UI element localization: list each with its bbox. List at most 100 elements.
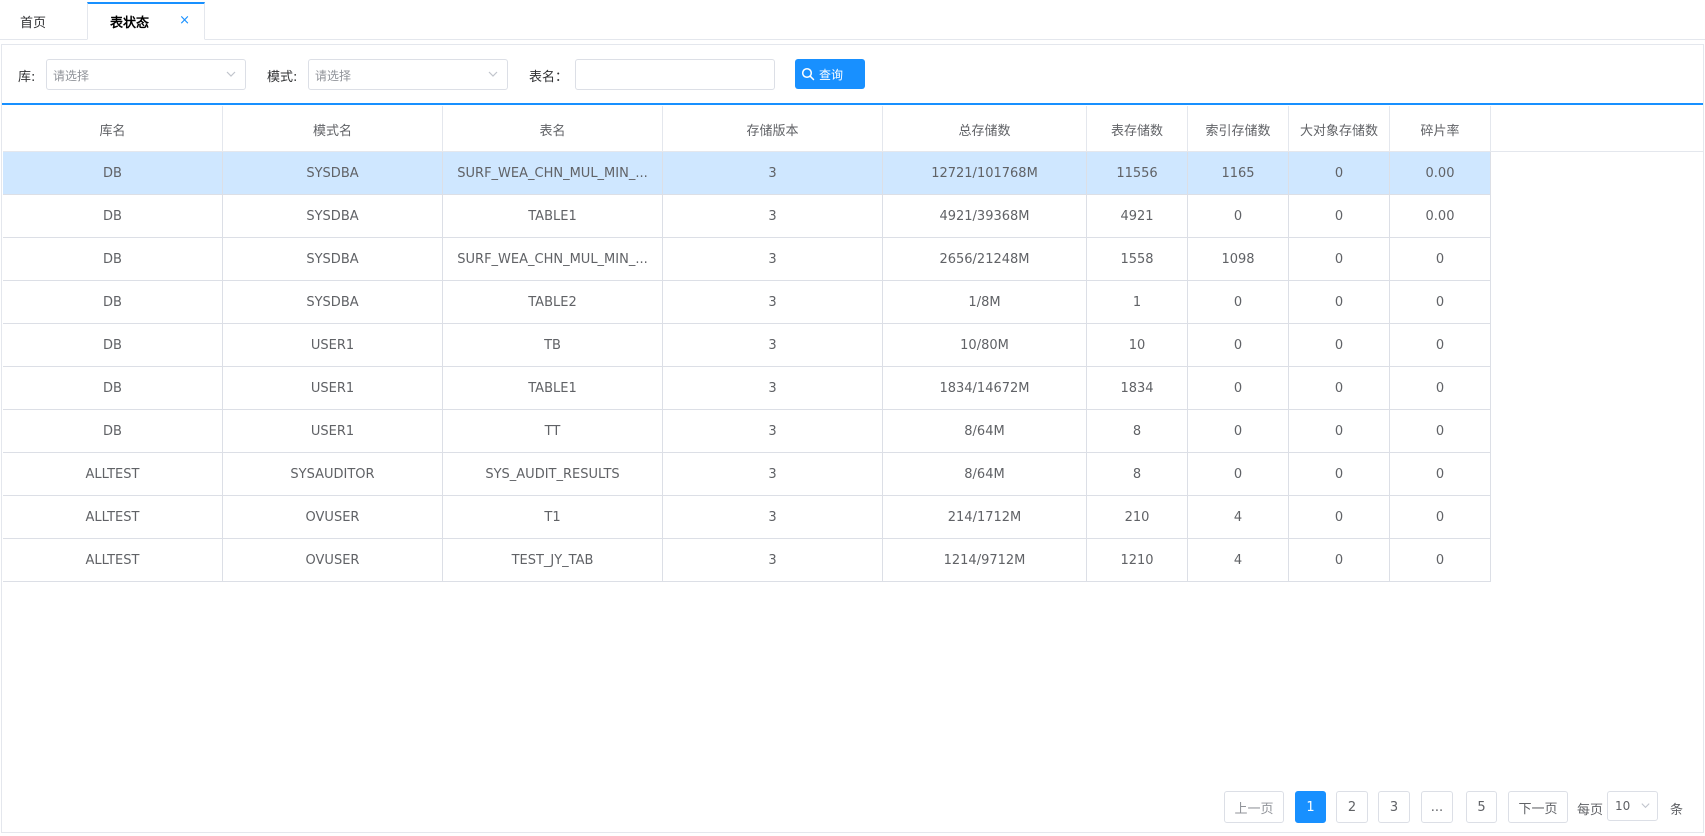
header-table: 表名 <box>443 106 663 152</box>
cell-storage-version: 3 <box>663 496 883 539</box>
table-row[interactable]: ALLTEST SYSAUDITOR SYS_AUDIT_RESULTS 3 8/64M… <box>3 453 1491 496</box>
table-name-input[interactable] <box>575 59 775 90</box>
cell-storage-version: 3 <box>663 539 883 582</box>
schema-select-placeholder: 请选择 <box>315 69 352 83</box>
cell-db: ALLTEST <box>3 539 223 582</box>
schema-select[interactable]: 请选择 <box>308 59 508 90</box>
table-row[interactable]: DB SYSDBA TABLE1 3 4921/39368M 4921 0 0 0.00 <box>3 195 1491 238</box>
cell-lob-storage: 0 <box>1289 281 1390 324</box>
cell-lob-storage: 0 <box>1289 539 1390 582</box>
page-ellipsis-button[interactable]: ... <box>1421 791 1453 823</box>
cell-table-storage: 4921 <box>1087 195 1188 238</box>
cell-lob-storage: 0 <box>1289 238 1390 281</box>
cell-fragmentation: 0.00 <box>1390 195 1491 238</box>
cell-table-storage: 1 <box>1087 281 1188 324</box>
cell-storage-version: 3 <box>663 410 883 453</box>
header-db: 库名 <box>3 106 223 152</box>
per-page-value: 10 <box>1615 799 1631 813</box>
cell-total-storage: 8/64M <box>883 410 1087 453</box>
table-row[interactable]: DB USER1 TT 3 8/64M 8 0 0 0 <box>3 410 1491 453</box>
cell-storage-version: 3 <box>663 281 883 324</box>
tab-home[interactable]: 首页 <box>20 2 80 40</box>
cell-storage-version: 3 <box>663 152 883 195</box>
page-number: 1 <box>1306 799 1315 815</box>
cell-total-storage: 1/8M <box>883 281 1087 324</box>
table-row[interactable]: DB USER1 TB 3 10/80M 10 0 0 0 <box>3 324 1491 367</box>
page-2-button[interactable]: 2 <box>1336 791 1368 823</box>
cell-storage-version: 3 <box>663 324 883 367</box>
cell-db: ALLTEST <box>3 496 223 539</box>
cell-table-storage: 1210 <box>1087 539 1188 582</box>
cell-index-storage: 4 <box>1188 539 1289 582</box>
tab-table-status[interactable]: 表状态 × <box>87 2 205 40</box>
per-page-label: 每页 <box>1577 803 1604 818</box>
table-header: 库名 模式名 表名 存储版本 总存储数 表存储数 索引存储数 大对象存储数 碎片… <box>3 106 1704 152</box>
cell-storage-version: 3 <box>663 238 883 281</box>
db-select[interactable]: 请选择 <box>46 59 246 90</box>
page-5-button[interactable]: 5 <box>1466 791 1497 823</box>
close-icon[interactable]: × <box>179 13 190 28</box>
cell-total-storage: 1214/9712M <box>883 539 1087 582</box>
page-number: ... <box>1430 799 1444 815</box>
table-row[interactable]: ALLTEST OVUSER T1 3 214/1712M 210 4 0 0 <box>3 496 1491 539</box>
search-icon <box>801 67 815 81</box>
cell-table-storage: 8 <box>1087 410 1188 453</box>
db-label: 库: <box>18 70 36 85</box>
table-row[interactable]: ALLTEST OVUSER TEST_JY_TAB 3 1214/9712M 1210 4… <box>3 539 1491 582</box>
table-row[interactable]: DB USER1 TABLE1 3 1834/14672M 1834 0 0 0 <box>3 367 1491 410</box>
cell-table-storage: 8 <box>1087 453 1188 496</box>
cell-fragmentation: 0 <box>1390 539 1491 582</box>
cell-index-storage: 1165 <box>1188 152 1289 195</box>
cell-storage-version: 3 <box>663 195 883 238</box>
cell-fragmentation: 0 <box>1390 324 1491 367</box>
cell-schema: USER1 <box>223 367 443 410</box>
cell-index-storage: 0 <box>1188 367 1289 410</box>
cell-table-storage: 10 <box>1087 324 1188 367</box>
table-name-label: 表名： <box>529 70 569 85</box>
cell-fragmentation: 0 <box>1390 453 1491 496</box>
query-button[interactable]: 查询 <box>795 59 865 89</box>
header-table-storage: 表存储数 <box>1087 106 1188 152</box>
chevron-down-icon <box>488 71 498 77</box>
cell-lob-storage: 0 <box>1289 453 1390 496</box>
cell-table: SURF_WEA_CHN_MUL_MIN_... <box>443 152 663 195</box>
cell-table-storage: 210 <box>1087 496 1188 539</box>
cell-index-storage: 0 <box>1188 324 1289 367</box>
cell-fragmentation: 0.00 <box>1390 152 1491 195</box>
chevron-down-icon <box>1641 803 1650 809</box>
page-3-button[interactable]: 3 <box>1378 791 1410 823</box>
table-row[interactable]: DB SYSDBA SURF_WEA_CHN_MUL_MIN_... 3 12721/1… <box>3 152 1491 195</box>
cell-storage-version: 3 <box>663 453 883 496</box>
cell-table: TABLE1 <box>443 195 663 238</box>
cell-table-storage: 1834 <box>1087 367 1188 410</box>
cell-schema: SYSAUDITOR <box>223 453 443 496</box>
cell-schema: USER1 <box>223 410 443 453</box>
table-row[interactable]: DB SYSDBA TABLE2 3 1/8M 1 0 0 0 <box>3 281 1491 324</box>
cell-table: SURF_WEA_CHN_MUL_MIN_... <box>443 238 663 281</box>
next-page-label: 下一页 <box>1518 801 1558 817</box>
cell-lob-storage: 0 <box>1289 367 1390 410</box>
prev-page-button[interactable]: 上一页 <box>1224 791 1284 823</box>
cell-db: DB <box>3 195 223 238</box>
cell-total-storage: 214/1712M <box>883 496 1087 539</box>
next-page-button[interactable]: 下一页 <box>1508 791 1568 823</box>
cell-schema: SYSDBA <box>223 281 443 324</box>
cell-table: SYS_AUDIT_RESULTS <box>443 453 663 496</box>
cell-total-storage: 2656/21248M <box>883 238 1087 281</box>
table-row[interactable]: DB SYSDBA SURF_WEA_CHN_MUL_MIN_... 3 2656/21… <box>3 238 1491 281</box>
header-schema: 模式名 <box>223 106 443 152</box>
per-page-select[interactable]: 10 <box>1607 791 1658 821</box>
cell-table-storage: 11556 <box>1087 152 1188 195</box>
cell-db: DB <box>3 281 223 324</box>
page-1-button[interactable]: 1 <box>1295 791 1326 823</box>
cell-table: TABLE1 <box>443 367 663 410</box>
per-page-unit: 条 <box>1670 803 1684 818</box>
schema-label: 模式: <box>267 70 298 85</box>
filter-bar: 库: 请选择 模式: 请选择 表名： 查询 <box>2 45 1703 105</box>
table-status-table: 库名 模式名 表名 存储版本 总存储数 表存储数 索引存储数 大对象存储数 碎片… <box>3 106 1704 582</box>
header-fragmentation: 碎片率 <box>1390 106 1491 152</box>
tab-table-status-label: 表状态 <box>110 16 150 31</box>
cell-index-storage: 0 <box>1188 281 1289 324</box>
prev-page-label: 上一页 <box>1234 801 1274 817</box>
cell-index-storage: 0 <box>1188 453 1289 496</box>
